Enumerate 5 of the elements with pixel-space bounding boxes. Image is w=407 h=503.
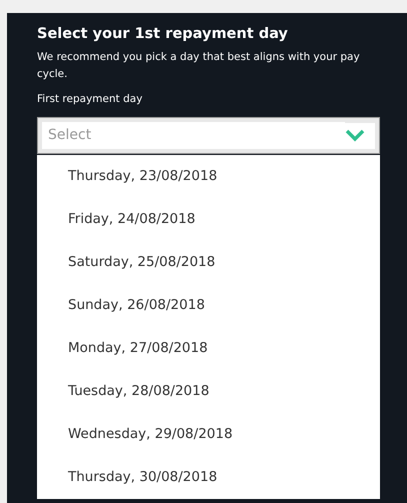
field-label: First repayment day: [37, 92, 144, 108]
description-text: We recommend you pick a day that best aligns with your pay cycle.: [37, 50, 361, 82]
page-title: Select your 1st repayment day: [37, 26, 289, 44]
chevron-icon[interactable]: [345, 129, 365, 142]
select-field[interactable]: Select: [37, 117, 380, 154]
